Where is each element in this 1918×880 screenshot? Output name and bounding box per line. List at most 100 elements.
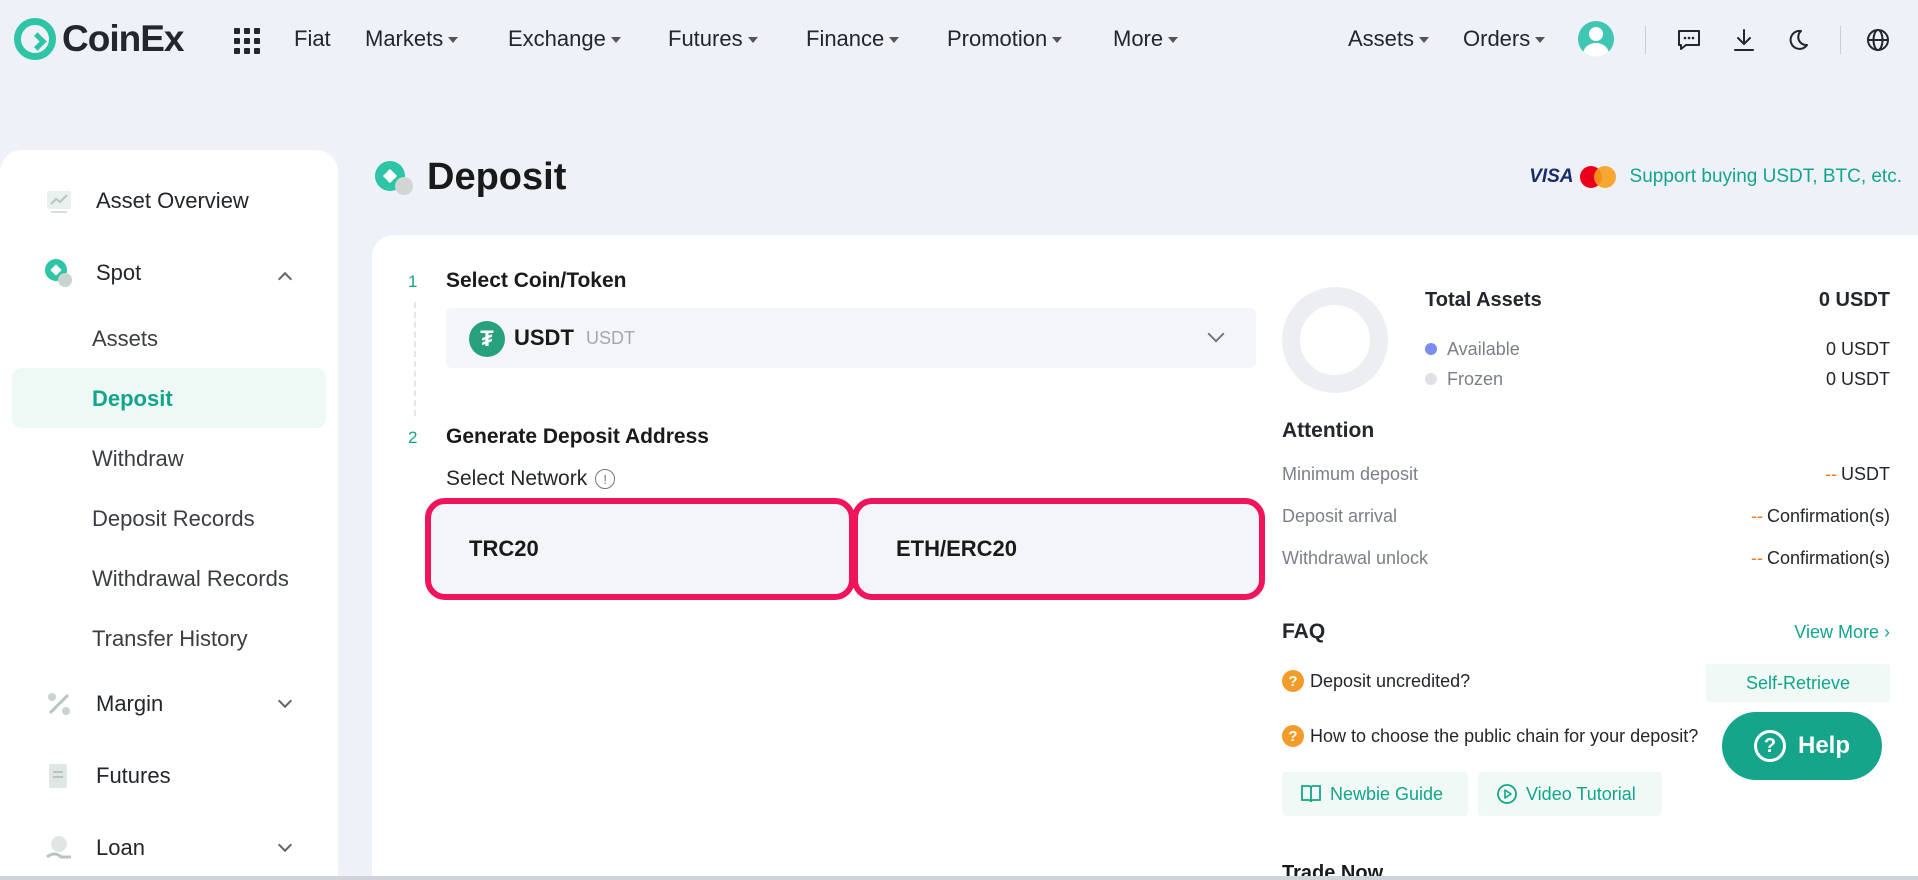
coinex-logo-icon — [14, 18, 56, 60]
sidebar-item-deposit[interactable]: Deposit — [92, 386, 173, 412]
coin-select-dropdown[interactable]: ₮ USDT USDT — [446, 308, 1256, 368]
nav-futures[interactable]: Futures — [668, 26, 758, 52]
available-dot — [1425, 343, 1437, 355]
help-button[interactable]: ? Help — [1722, 712, 1882, 780]
message-icon[interactable] — [1675, 26, 1703, 54]
attention-unit: Confirmation(s) — [1766, 548, 1890, 568]
chevron-up-icon — [277, 271, 293, 287]
step-number: 2 — [408, 428, 418, 447]
nav-exchange-label: Exchange — [508, 26, 606, 51]
sidebar-item-futures[interactable]: Futures — [0, 749, 338, 803]
newbie-guide-label: Newbie Guide — [1330, 783, 1444, 804]
frozen-value: 0 USDT — [1825, 369, 1890, 389]
attention-label: Minimum deposit — [1282, 464, 1419, 484]
attention-unit: Confirmation(s) — [1766, 506, 1890, 526]
faq-item[interactable]: ? Deposit uncredited? — [1282, 670, 1470, 692]
help-label: Help — [1797, 732, 1850, 759]
faq-question: Deposit uncredited? — [1310, 670, 1471, 691]
nav-exchange[interactable]: Exchange — [508, 26, 621, 52]
nav-fiat[interactable]: Fiat — [294, 26, 331, 52]
nav-more-label: More — [1113, 26, 1164, 51]
caret-down-icon — [1052, 37, 1063, 43]
sidebar-item-transfer-history[interactable]: Transfer History — [92, 626, 248, 652]
apps-grid-icon[interactable] — [234, 28, 260, 54]
logo-text: CoinEx — [62, 18, 184, 59]
sidebar-label: Spot — [96, 260, 142, 285]
attention-value: -- Confirmation(s) — [1751, 548, 1890, 569]
step-title-select-coin: Select Coin/Token — [446, 269, 627, 292]
newbie-guide-button[interactable]: Newbie Guide — [1282, 772, 1468, 816]
sidebar-item-withdraw[interactable]: Withdraw — [92, 446, 184, 472]
nav-more[interactable]: More — [1113, 26, 1179, 52]
sidebar: Asset Overview Spot Assets Deposit Withd… — [0, 150, 338, 880]
caret-down-icon — [889, 37, 900, 43]
sidebar-label: Futures — [96, 763, 171, 788]
download-icon[interactable] — [1730, 26, 1758, 54]
nav-orders[interactable]: Orders — [1463, 26, 1546, 52]
total-assets-value: 0 USDT — [1818, 289, 1890, 311]
faq-view-more-link[interactable]: View More › — [1794, 622, 1890, 643]
support-buying-link[interactable]: Support buying USDT, BTC, etc. — [1630, 166, 1902, 188]
sidebar-item-withdrawal-records[interactable]: Withdrawal Records — [92, 566, 289, 592]
nav-orders-label: Orders — [1463, 26, 1531, 51]
network-option-trc20[interactable]: TRC20 — [425, 498, 855, 600]
frozen-dot — [1425, 373, 1437, 385]
sidebar-item-assets[interactable]: Assets — [92, 326, 158, 352]
available-row: Available — [1425, 339, 1520, 360]
coin-name: USDT — [586, 328, 635, 348]
dark-mode-moon-icon[interactable] — [1784, 26, 1812, 54]
chevron-down-icon — [1207, 325, 1225, 343]
book-icon — [1301, 785, 1321, 803]
page-title: Deposit — [427, 156, 567, 198]
sidebar-item-deposit-records[interactable]: Deposit Records — [92, 506, 255, 532]
step-number: 1 — [408, 272, 418, 291]
sidebar-item-asset-overview[interactable]: Asset Overview — [0, 174, 338, 228]
nav-markets[interactable]: Markets — [365, 26, 459, 52]
question-icon: ? — [1282, 670, 1304, 692]
faq-item[interactable]: ? How to choose the public chain for your… — [1282, 725, 1722, 747]
step-title-generate-address: Generate Deposit Address — [446, 425, 709, 448]
chevron-down-icon — [277, 837, 293, 853]
tether-usdt-icon: ₮ — [469, 321, 505, 357]
attention-dash: -- — [1825, 464, 1837, 484]
self-retrieve-button[interactable]: Self-Retrieve — [1706, 664, 1890, 702]
attention-value: -- Confirmation(s) — [1751, 506, 1890, 527]
caret-down-icon — [747, 37, 758, 43]
caret-down-icon — [1535, 37, 1546, 43]
frozen-row: Frozen — [1425, 369, 1503, 390]
coinex-logo[interactable]: CoinEx — [14, 18, 184, 60]
attention-label: Deposit arrival — [1282, 506, 1398, 526]
nav-divider — [1840, 26, 1841, 54]
loan-coin-hand-icon — [46, 836, 71, 859]
chevron-right-icon: › — [1884, 622, 1890, 642]
buy-crypto-banner[interactable]: VISA Support buying USDT, BTC, etc. — [1529, 166, 1902, 188]
caret-down-icon — [448, 37, 459, 43]
globe-language-icon[interactable] — [1864, 26, 1892, 54]
nav-promotion[interactable]: Promotion — [947, 26, 1063, 52]
sidebar-item-margin[interactable]: Margin — [0, 677, 338, 731]
faq-question: How to choose the public chain for your … — [1310, 725, 1699, 746]
info-icon[interactable]: ! — [595, 469, 616, 489]
nav-finance[interactable]: Finance — [806, 26, 900, 52]
nav-divider — [1645, 26, 1646, 54]
futures-document-icon — [49, 764, 67, 788]
question-icon: ? — [1282, 725, 1304, 747]
nav-assets[interactable]: Assets — [1348, 26, 1430, 52]
user-avatar[interactable] — [1578, 21, 1614, 57]
sidebar-item-spot[interactable]: Spot — [0, 246, 338, 300]
visa-logo: VISA — [1529, 166, 1574, 187]
network-label: ETH/ERC20 — [896, 536, 1018, 561]
bottom-scrollbar[interactable] — [0, 876, 1918, 880]
video-tutorial-button[interactable]: Video Tutorial — [1478, 772, 1662, 816]
select-network-label: Select Network ! — [446, 467, 616, 491]
sidebar-item-loan[interactable]: Loan — [0, 821, 338, 875]
nav-markets-label: Markets — [365, 26, 444, 51]
faq-title: FAQ — [1282, 620, 1326, 643]
attention-dash: -- — [1750, 548, 1763, 568]
step-connector — [414, 302, 416, 416]
frozen-label: Frozen — [1447, 369, 1504, 389]
spot-coin-icon — [45, 259, 72, 287]
sidebar-label: Asset Overview — [96, 188, 249, 213]
caret-down-icon — [1419, 37, 1430, 43]
network-option-erc20[interactable]: ETH/ERC20 — [852, 498, 1265, 600]
